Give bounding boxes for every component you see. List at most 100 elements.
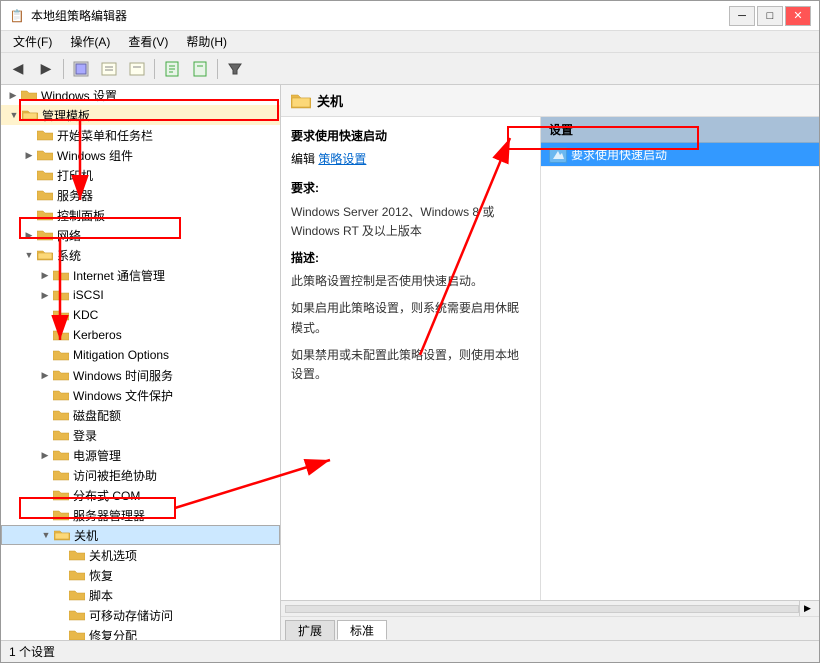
- tree-item-windows-components[interactable]: Windows 组件: [1, 145, 280, 165]
- minimize-button[interactable]: ─: [729, 6, 755, 26]
- folder-icon-start-menu: [37, 128, 53, 142]
- right-panel-header: 关机: [281, 85, 819, 117]
- right-header-title: 关机: [317, 91, 343, 110]
- expand-icon-admin-templates[interactable]: [6, 107, 22, 123]
- tree-item-login[interactable]: 登录: [1, 425, 280, 445]
- right-panel: 关机 要求使用快速启动 编辑 策略设置 要: [281, 85, 819, 640]
- tree-item-admin-templates[interactable]: 管理模板: [1, 105, 280, 125]
- tree-item-printer[interactable]: 打印机: [1, 165, 280, 185]
- tree-item-kerberos[interactable]: Kerberos: [1, 325, 280, 345]
- close-button[interactable]: ✕: [785, 6, 811, 26]
- tree-label-kdc: KDC: [73, 308, 98, 322]
- folder-icon-login: [53, 428, 69, 442]
- tree-label-power-mgmt: 电源管理: [73, 447, 121, 464]
- scroll-right-button[interactable]: ▶: [799, 601, 815, 617]
- expand-icon-internet-comm[interactable]: [37, 267, 53, 283]
- menu-view[interactable]: 查看(V): [120, 31, 176, 52]
- folder-icon-printer: [37, 168, 53, 182]
- tree-item-service-distribution[interactable]: 修复分配: [1, 625, 280, 640]
- back-button[interactable]: ◀: [5, 57, 31, 81]
- expand-icon-iscsi[interactable]: [37, 287, 53, 303]
- folder-icon-mitigation: [53, 348, 69, 362]
- folder-icon-script: [69, 588, 85, 602]
- folder-icon-internet-comm: [53, 268, 69, 282]
- tree-item-power-mgmt[interactable]: 电源管理: [1, 445, 280, 465]
- tree-label-server-mgr: 服务器管理器: [73, 507, 145, 524]
- policy-setting-link[interactable]: 策略设置: [318, 152, 366, 166]
- toolbar-btn-1[interactable]: [68, 57, 94, 81]
- expand-icon-windows-settings[interactable]: [5, 87, 21, 103]
- expand-icon-power-mgmt[interactable]: [37, 447, 53, 463]
- expand-icon-windows-components[interactable]: [21, 147, 37, 163]
- menu-help[interactable]: 帮助(H): [178, 31, 235, 52]
- tree-label-windows-time: Windows 时间服务: [73, 367, 173, 384]
- tree-item-mitigation[interactable]: Mitigation Options: [1, 345, 280, 365]
- tree-item-server-mgr[interactable]: 服务器管理器: [1, 505, 280, 525]
- right-split: 要求使用快速启动 编辑 策略设置 要求: Windows Server 2012…: [281, 117, 819, 600]
- tree-label-iscsi: iSCSI: [73, 288, 104, 302]
- tree-item-network[interactable]: 网络: [1, 225, 280, 245]
- tree-panel: Windows 设置 管理模板 开始菜单和任务栏: [1, 85, 281, 640]
- main-content: Windows 设置 管理模板 开始菜单和任务栏: [1, 85, 819, 640]
- tree-label-windows-settings: Windows 设置: [41, 87, 117, 104]
- folder-icon-windows-file: [53, 388, 69, 402]
- settings-header: 设置: [541, 117, 819, 143]
- tree-label-windows-file: Windows 文件保护: [73, 387, 173, 404]
- folder-icon-removable-storage: [69, 608, 85, 622]
- desc-pane: 要求使用快速启动 编辑 策略设置 要求: Windows Server 2012…: [281, 117, 541, 600]
- toolbar-btn-5[interactable]: [187, 57, 213, 81]
- horizontal-scrollbar-area: ▶: [281, 600, 819, 616]
- tree-item-start-menu[interactable]: 开始菜单和任务栏: [1, 125, 280, 145]
- folder-icon-windows-time: [53, 368, 69, 382]
- tab-standard[interactable]: 标准: [337, 620, 387, 640]
- filter-button[interactable]: [222, 57, 248, 81]
- folder-icon-disk-quota: [53, 408, 69, 422]
- toolbar-separator-1: [63, 59, 64, 79]
- maximize-button[interactable]: □: [757, 6, 783, 26]
- tab-expand[interactable]: 扩展: [285, 620, 335, 640]
- folder-icon-kerberos: [53, 328, 69, 342]
- tree-item-kdc[interactable]: KDC: [1, 305, 280, 325]
- right-header-folder-icon: [291, 92, 311, 110]
- folder-icon-server: [37, 188, 53, 202]
- tree-item-windows-time[interactable]: Windows 时间服务: [1, 365, 280, 385]
- policy-title: 要求使用快速启动: [291, 127, 530, 146]
- expand-icon-windows-time[interactable]: [37, 367, 53, 383]
- tree-item-system[interactable]: 系统: [1, 245, 280, 265]
- folder-icon-control-panel: [37, 208, 53, 222]
- expand-icon-shutdown[interactable]: [38, 527, 54, 543]
- horizontal-scrollbar[interactable]: [285, 605, 799, 613]
- toolbar-btn-4[interactable]: [159, 57, 185, 81]
- expand-icon-system[interactable]: [21, 247, 37, 263]
- tree-item-windows-settings[interactable]: Windows 设置: [1, 85, 280, 105]
- if-enabled-text: 如果启用此策略设置，则系统需要启用休眠模式。: [291, 299, 530, 337]
- tree-item-shutdown[interactable]: 关机: [1, 525, 280, 545]
- tree-item-server[interactable]: 服务器: [1, 185, 280, 205]
- tree-label-server: 服务器: [57, 187, 93, 204]
- tree-item-windows-file[interactable]: Windows 文件保护: [1, 385, 280, 405]
- tree-item-removable-storage[interactable]: 可移动存储访问: [1, 605, 280, 625]
- tree-item-script[interactable]: 脚本: [1, 585, 280, 605]
- folder-icon-system: [37, 248, 53, 262]
- folder-icon-server-mgr: [53, 508, 69, 522]
- tree-label-kerberos: Kerberos: [73, 328, 122, 342]
- forward-button[interactable]: ▶: [33, 57, 59, 81]
- window-title: 本地组策略编辑器: [31, 7, 127, 24]
- tree-item-restore[interactable]: 恢复: [1, 565, 280, 585]
- title-bar: 📋 本地组策略编辑器 ─ □ ✕: [1, 1, 819, 31]
- tree-item-iscsi[interactable]: iSCSI: [1, 285, 280, 305]
- tree-label-login: 登录: [73, 427, 97, 444]
- tree-item-control-panel[interactable]: 控制面板: [1, 205, 280, 225]
- toolbar-btn-3[interactable]: [124, 57, 150, 81]
- tree-item-internet-comm[interactable]: Internet 通信管理: [1, 265, 280, 285]
- expand-icon-network[interactable]: [21, 227, 37, 243]
- menu-action[interactable]: 操作(A): [62, 31, 118, 52]
- tree-item-distributed-com[interactable]: 分布式 COM: [1, 485, 280, 505]
- menu-file[interactable]: 文件(F): [5, 31, 60, 52]
- tree-item-disk-quota[interactable]: 磁盘配额: [1, 405, 280, 425]
- tree-label-shutdown: 关机: [74, 527, 98, 544]
- settings-item-fast-startup[interactable]: 要求使用快速启动: [541, 143, 819, 167]
- tree-item-shutdown-options[interactable]: 关机选项: [1, 545, 280, 565]
- tree-item-access-denied[interactable]: 访问被拒绝协助: [1, 465, 280, 485]
- toolbar-btn-2[interactable]: [96, 57, 122, 81]
